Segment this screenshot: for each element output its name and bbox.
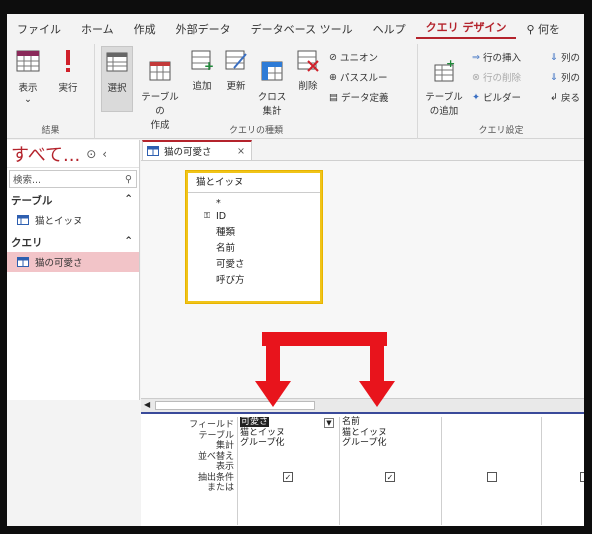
red-bracket-arrow (255, 332, 395, 407)
annotation-overlay (255, 332, 395, 407)
monitor-frame: ファイル ホーム 作成 外部データ データベース ツール ヘルプ クエリ デザイ… (0, 0, 592, 534)
